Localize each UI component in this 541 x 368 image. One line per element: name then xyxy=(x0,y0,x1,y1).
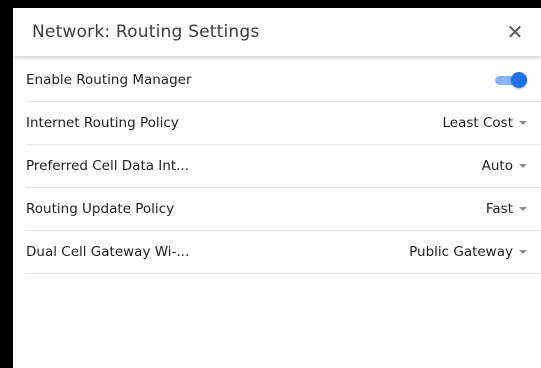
dialog-title: Network: Routing Settings xyxy=(32,22,260,42)
enable-routing-manager-toggle[interactable] xyxy=(495,72,527,88)
setting-row-internet-routing-policy[interactable]: Internet Routing Policy Least Cost xyxy=(26,102,541,145)
caret-down-icon xyxy=(519,250,527,254)
preferred-cell-data-dropdown[interactable]: Auto xyxy=(482,158,527,174)
setting-label: Dual Cell Gateway Wi-... xyxy=(26,244,190,260)
setting-row-enable-routing-manager[interactable]: Enable Routing Manager xyxy=(26,59,541,102)
setting-label: Preferred Cell Data Int... xyxy=(26,158,190,174)
dropdown-value: Auto xyxy=(481,158,513,174)
internet-routing-policy-dropdown[interactable]: Least Cost xyxy=(442,115,527,131)
toggle-knob xyxy=(511,72,527,88)
setting-row-dual-cell-gateway[interactable]: Dual Cell Gateway Wi-... Public Gateway xyxy=(26,231,541,274)
caret-down-icon xyxy=(519,121,527,125)
routing-update-policy-dropdown[interactable]: Fast xyxy=(486,201,527,217)
setting-label: Internet Routing Policy xyxy=(26,115,179,131)
setting-label: Enable Routing Manager xyxy=(26,72,192,88)
close-icon[interactable]: ✕ xyxy=(505,22,525,42)
setting-label: Routing Update Policy xyxy=(26,201,175,217)
caret-down-icon xyxy=(519,207,527,211)
dropdown-value: Public Gateway xyxy=(409,244,513,260)
routing-settings-dialog: Network: Routing Settings ✕ Enable Routi… xyxy=(13,8,541,368)
dropdown-value: Fast xyxy=(485,201,513,217)
caret-down-icon xyxy=(519,164,527,168)
settings-list: Enable Routing Manager Internet Routing … xyxy=(13,59,541,274)
dialog-header: Network: Routing Settings ✕ xyxy=(13,8,541,56)
setting-row-preferred-cell-data[interactable]: Preferred Cell Data Int... Auto xyxy=(26,145,541,188)
dropdown-value: Least Cost xyxy=(442,115,514,131)
setting-row-routing-update-policy[interactable]: Routing Update Policy Fast xyxy=(26,188,541,231)
dual-cell-gateway-dropdown[interactable]: Public Gateway xyxy=(409,244,527,260)
